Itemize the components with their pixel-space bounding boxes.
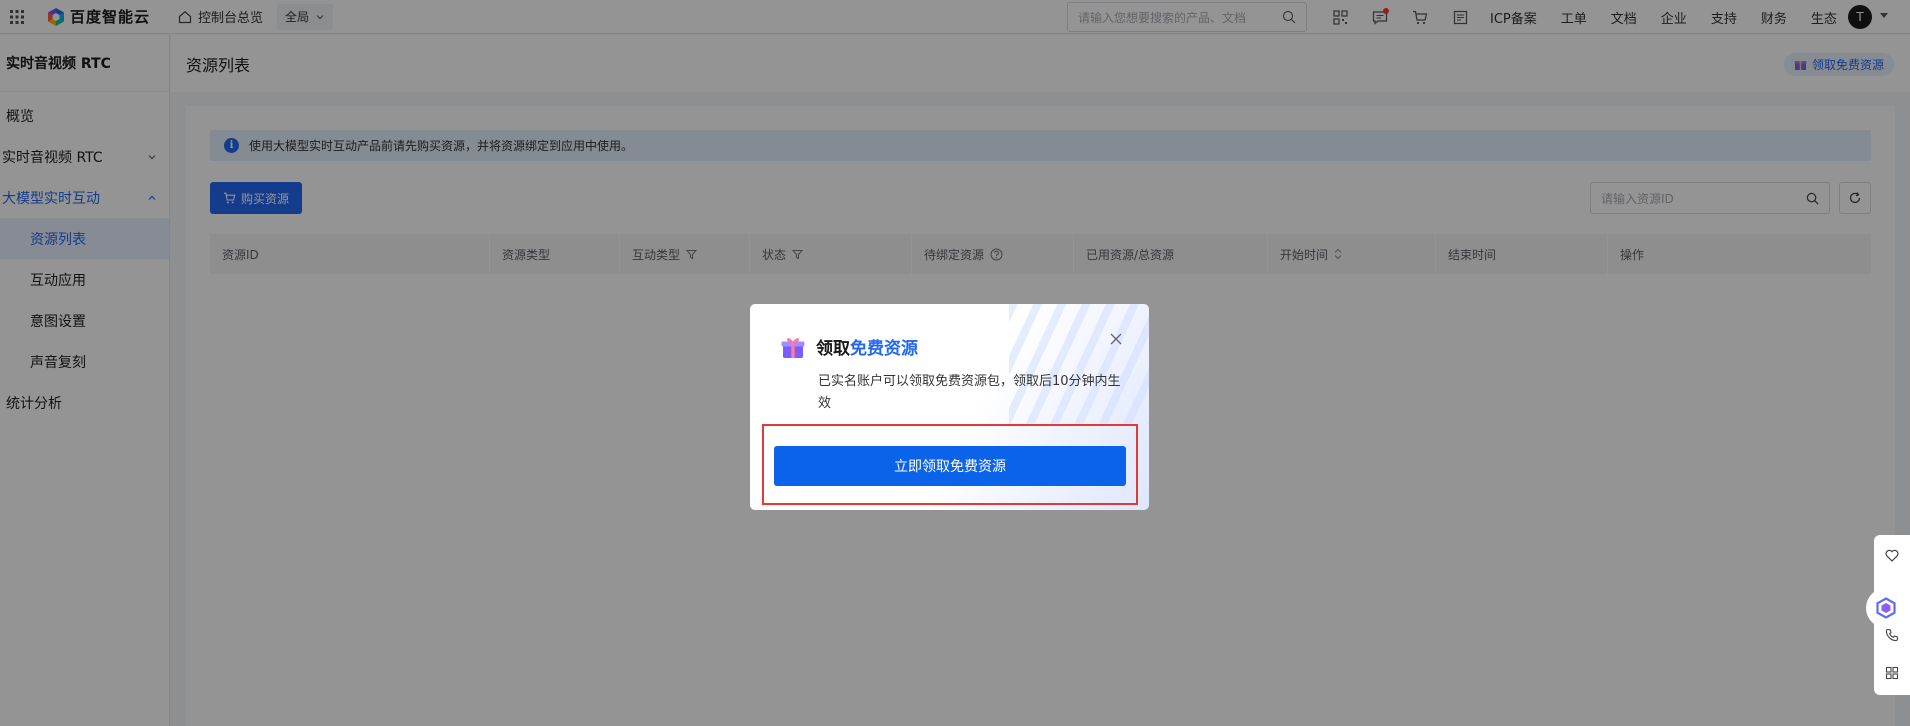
ai-assistant-button[interactable] [1866,588,1906,628]
modal-description: 已实名账户可以领取免费资源包，领取后10分钟内生效 [818,374,1121,411]
modal-title-prefix: 领取 [816,339,850,359]
ai-assistant-icon [1876,597,1896,619]
favorite-icon[interactable] [1874,537,1910,573]
gift-icon [781,337,805,358]
claim-free-resource-modal: 领取 免费资源 已实名账户可以领取免费资源包，领取后10分钟内生效 立即领取免费资… [750,304,1149,510]
modal-title: 领取 免费资源 [780,334,918,359]
modal-title-highlight: 免费资源 [850,339,918,359]
claim-now-button[interactable]: 立即领取免费资源 [774,446,1126,486]
apps-grid-icon[interactable] [1874,655,1910,691]
close-icon[interactable] [1109,332,1123,346]
